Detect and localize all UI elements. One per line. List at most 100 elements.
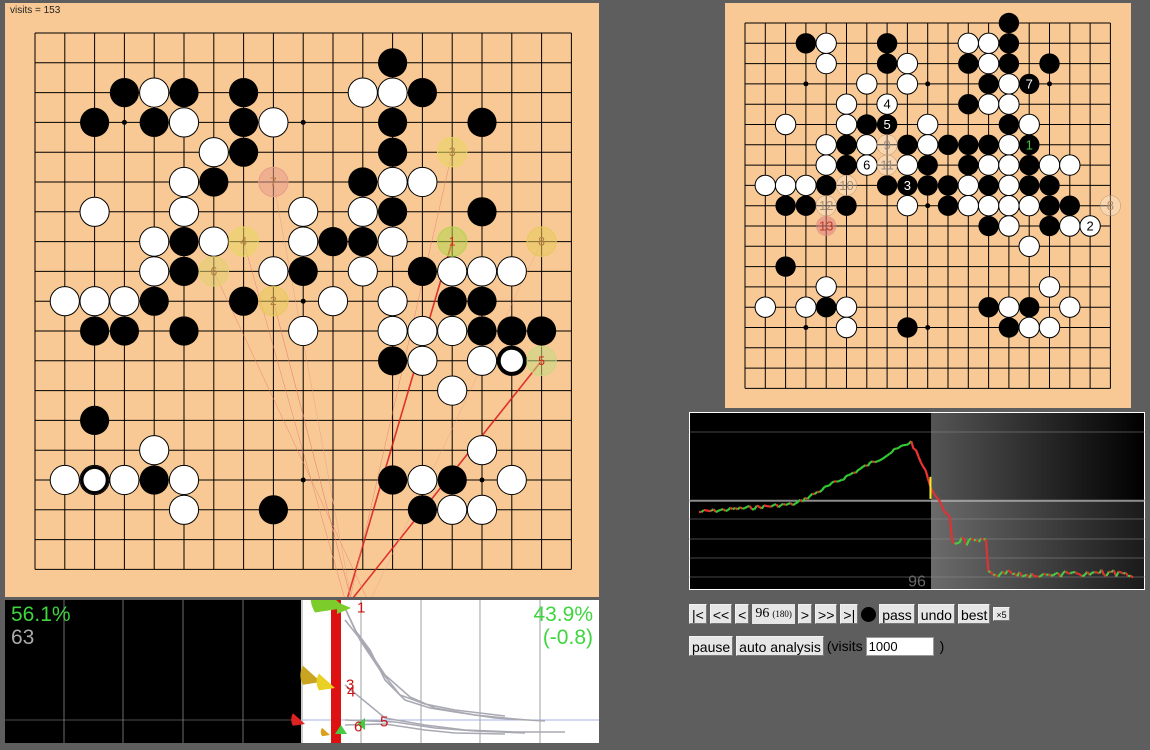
black-stone — [109, 78, 139, 108]
black-stone — [378, 107, 408, 137]
history-segment — [886, 452, 891, 457]
white-stone — [49, 286, 80, 317]
black-stone — [378, 346, 408, 376]
history-segment — [838, 478, 842, 483]
white-stone — [288, 196, 319, 227]
variation-go-board[interactable]: 1 2 3 4 5 6 7 8 9 10 11 12 13 — [725, 3, 1131, 408]
black-stone — [897, 134, 918, 155]
black-stone — [139, 286, 169, 316]
white-stone — [998, 93, 1020, 115]
black-stone — [836, 195, 857, 216]
candidate-move-label: 2 — [270, 294, 277, 308]
black-stone — [80, 316, 110, 346]
history-segment — [961, 536, 965, 541]
forward-10-button[interactable]: >> — [815, 604, 838, 624]
black-stone — [467, 107, 497, 137]
white-stone — [1038, 276, 1061, 298]
candidate-move-label: 6 — [210, 264, 217, 278]
best-button[interactable]: best — [957, 604, 991, 624]
black-stone — [795, 33, 817, 54]
last-move-button[interactable]: >| — [840, 604, 859, 624]
black-stone — [775, 195, 796, 216]
variation-move-label: 13 — [819, 219, 833, 234]
black-stone — [937, 175, 959, 196]
white-stone — [896, 73, 919, 95]
history-segment — [831, 480, 835, 484]
black-stone — [1039, 195, 1060, 216]
first-move-button[interactable]: |< — [689, 604, 707, 624]
history-segment — [722, 508, 727, 512]
white-stone — [957, 174, 980, 197]
black-stone — [318, 227, 348, 257]
history-segment — [1081, 573, 1086, 578]
history-segment — [823, 484, 828, 488]
white-stone — [977, 52, 1000, 75]
back-button[interactable]: < — [735, 604, 750, 624]
best-x5-button[interactable]: ×5 — [993, 607, 1010, 621]
white-stone — [347, 77, 378, 108]
turn-black-stone-icon — [861, 606, 877, 622]
back-10-button[interactable]: << — [709, 604, 733, 624]
variation-board-svg[interactable]: 12345678910111213 — [725, 3, 1131, 408]
candidate-label: 1 — [357, 600, 365, 617]
white-stone — [49, 464, 80, 496]
star-point — [1047, 81, 1052, 87]
forward-button[interactable]: > — [797, 604, 813, 624]
winrate-history-graph[interactable]: 96 — [689, 412, 1145, 590]
pause-button[interactable]: pause — [689, 636, 734, 656]
history-segment — [901, 444, 905, 447]
white-stone — [856, 73, 878, 95]
white-stone — [754, 296, 776, 318]
black-stone — [229, 137, 259, 167]
white-stone — [835, 316, 858, 339]
black-stone — [836, 154, 857, 176]
history-segment — [954, 542, 958, 545]
white-stone — [407, 464, 438, 496]
variation-move-label: 1 — [1026, 137, 1033, 152]
white-stone — [917, 113, 939, 136]
white-stone — [139, 226, 170, 257]
black-stone — [978, 297, 999, 318]
white-stone — [377, 77, 408, 108]
white-stone — [377, 286, 408, 317]
winrate-panel: 13456 56.1% 63 43.9% (-0.8) — [5, 600, 599, 743]
black-stone — [437, 286, 467, 316]
black-stone — [80, 405, 110, 435]
auto-analysis-button[interactable]: auto analysis — [736, 636, 824, 656]
black-stone — [407, 78, 437, 108]
white-score: (-0.8) — [542, 626, 593, 649]
black-stone — [1019, 297, 1040, 318]
black-stone — [978, 175, 999, 196]
black-stone — [1039, 215, 1060, 237]
black-stone — [527, 316, 557, 346]
main-board-svg[interactable]: 1 2 3 4 5 6 7 8 — [5, 3, 599, 597]
history-segment — [905, 442, 910, 446]
total-moves: (180) — [772, 609, 792, 619]
white-stone — [168, 107, 200, 138]
history-segment — [850, 471, 854, 476]
black-stone — [958, 53, 979, 74]
black-stone — [978, 215, 999, 237]
black-stone — [897, 317, 918, 338]
main-go-board[interactable]: visits = 153 12345678 — [5, 3, 599, 597]
visits-input[interactable] — [865, 636, 934, 656]
history-segment — [725, 509, 729, 512]
white-stone — [815, 154, 837, 176]
black-stone — [937, 195, 959, 216]
history-segment — [888, 451, 893, 455]
black-stone — [169, 316, 199, 346]
history-segment — [700, 509, 705, 513]
history-graph-svg[interactable]: 96 — [689, 412, 1145, 590]
undo-button[interactable]: undo — [917, 604, 955, 624]
candidate-move-label: 5 — [538, 354, 545, 368]
black-stone — [288, 256, 318, 286]
pass-button[interactable]: pass — [879, 604, 915, 624]
history-segment — [763, 504, 767, 508]
white-stone — [496, 464, 527, 496]
history-segment — [756, 504, 760, 508]
history-segment — [818, 489, 823, 493]
black-stone — [978, 73, 999, 95]
black-stone — [467, 316, 497, 346]
white-winrate: 43.9% — [533, 603, 593, 626]
white-stone — [79, 196, 110, 227]
